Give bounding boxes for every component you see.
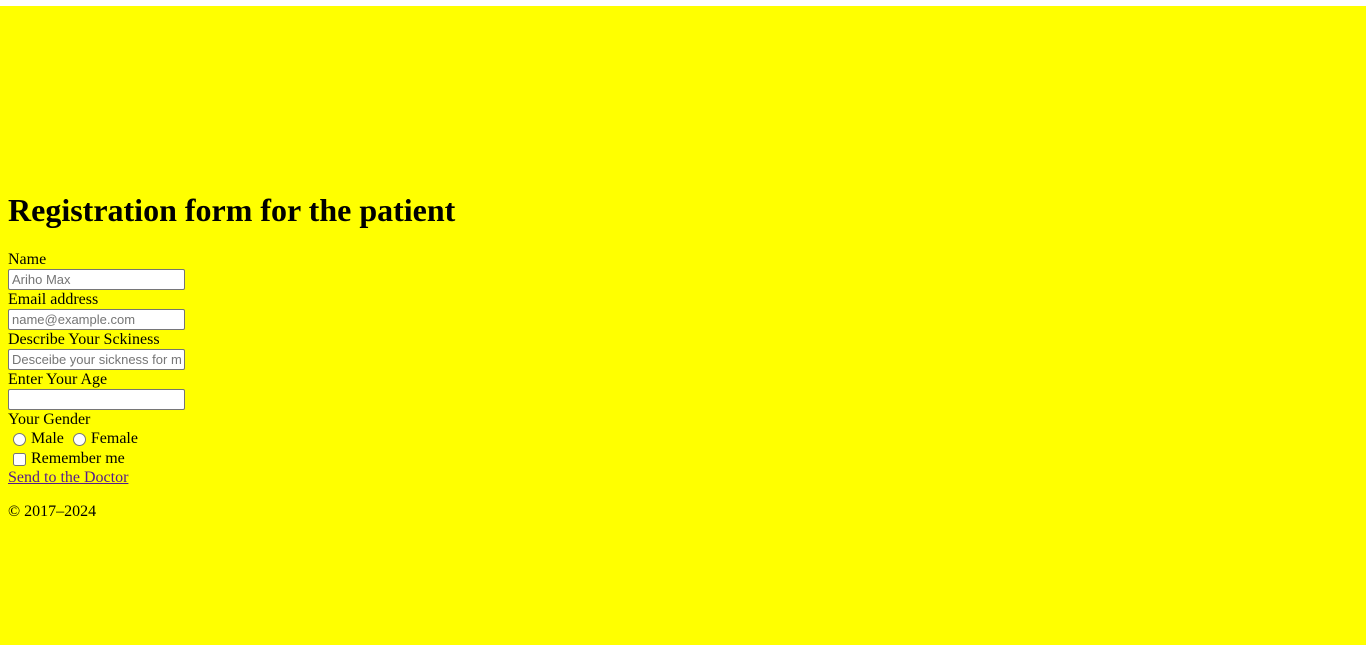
remember-checkbox[interactable]	[13, 452, 26, 466]
remember-row: Remember me	[8, 449, 455, 469]
name-label: Name	[8, 251, 47, 268]
gender-radio-group: Male Female	[8, 429, 455, 449]
age-label: Enter Your Age	[8, 371, 108, 388]
gender-radio-female[interactable]	[72, 432, 86, 446]
gender-radio-male[interactable]	[13, 432, 26, 446]
page-background: Registration form for the patient Name E…	[0, 6, 1366, 645]
copyright-text: © 2017–2024	[8, 503, 97, 520]
gender-label-female: Female	[90, 430, 138, 447]
sickness-input[interactable]	[8, 349, 185, 370]
email-label: Email address	[8, 291, 99, 308]
main-content: Registration form for the patient Name E…	[8, 192, 455, 537]
gender-label: Your Gender	[8, 411, 91, 428]
page-title: Registration form for the patient	[8, 192, 456, 228]
gender-label-male: Male	[31, 430, 64, 447]
send-to-doctor-link[interactable]: Send to the Doctor	[8, 469, 455, 487]
name-input[interactable]	[8, 269, 185, 290]
remember-label: Remember me	[31, 450, 125, 467]
email-input[interactable]	[8, 309, 185, 330]
sickness-label: Describe Your Sckiness	[8, 331, 160, 348]
age-input[interactable]	[8, 389, 185, 410]
patient-registration-form: Name Email address Describe Your Sckines…	[8, 251, 455, 487]
